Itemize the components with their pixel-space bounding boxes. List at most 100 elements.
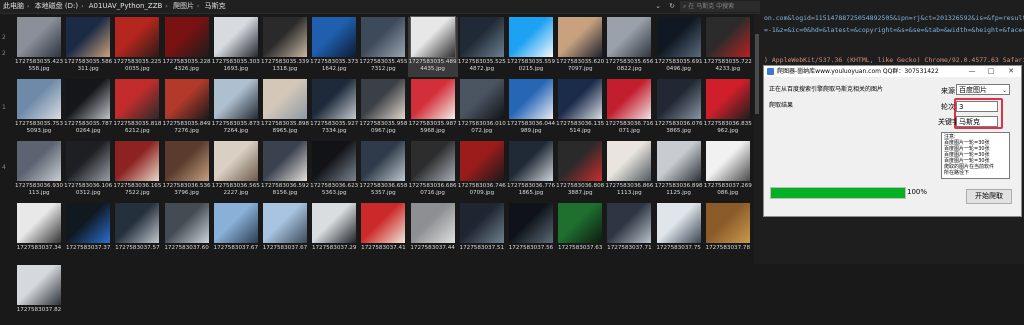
file-tile[interactable]: 1727583036.8981125.jpg bbox=[654, 141, 704, 201]
file-tile[interactable]: 1727583037.37 bbox=[63, 203, 113, 263]
file-tile[interactable]: 1727583036.716071.jpg bbox=[604, 79, 654, 139]
file-tile[interactable]: 1727583036.7460709.jpg bbox=[457, 141, 507, 201]
file-tile[interactable]: 1727583037.63 bbox=[555, 203, 605, 263]
file-tile[interactable]: 1727583037.71 bbox=[604, 203, 654, 263]
file-tile[interactable]: 1727583037.75 bbox=[654, 203, 704, 263]
image-thumbnail bbox=[164, 141, 209, 181]
chevron-down-icon: ⌄ bbox=[1001, 87, 1007, 94]
scrollbar-thumb[interactable] bbox=[755, 34, 759, 114]
file-tile[interactable]: 1727583036.930113.jpg bbox=[14, 141, 64, 201]
file-name: 1727583035.9277334.jpg bbox=[310, 121, 359, 134]
chevron-down-icon[interactable]: ⌄ bbox=[652, 0, 664, 13]
file-tile[interactable]: 1727583035.586311.jpg bbox=[63, 17, 113, 77]
file-tile[interactable]: 1727583037.67 bbox=[260, 203, 310, 263]
file-tile[interactable]: 1727583035.3391318.jpg bbox=[260, 17, 310, 77]
file-tile[interactable]: 1727583037.51 bbox=[457, 203, 507, 263]
breadcrumb-item[interactable]: A01UAV_Python_ZZB bbox=[86, 0, 166, 13]
progress-fill bbox=[771, 188, 905, 198]
file-tile[interactable]: 1727583035.9875968.jpg bbox=[408, 79, 458, 139]
file-tile[interactable]: 1727583036.8661113.jpg bbox=[604, 141, 654, 201]
image-thumbnail bbox=[115, 79, 160, 119]
file-name: 1727583036.835962.jpg bbox=[703, 121, 752, 134]
file-tile[interactable]: 1727583036.135514.jpg bbox=[555, 79, 605, 139]
file-tile[interactable]: 1727583036.8083887.jpg bbox=[555, 141, 605, 201]
start-crawl-button[interactable]: 开始爬取 bbox=[966, 189, 1012, 204]
address-bar[interactable]: 此电脑 › 本地磁盘 (D:) › A01UAV_Python_ZZB › 爬图片 › … bbox=[0, 0, 760, 14]
file-tile[interactable]: 1727583035.8988965.jpg bbox=[260, 79, 310, 139]
file-tile[interactable]: 1727583035.7224233.jpg bbox=[703, 17, 753, 77]
refresh-icon[interactable]: ↻ bbox=[666, 0, 678, 13]
file-tile[interactable]: 1727583035.7870264.jpg bbox=[63, 79, 113, 139]
file-tile[interactable]: 1727583035.6207097.jpg bbox=[555, 17, 605, 77]
file-tile[interactable]: 1727583036.835962.jpg bbox=[703, 79, 753, 139]
file-tile[interactable]: 1727583037.41 bbox=[358, 203, 408, 263]
file-tile[interactable]: 1727583035.5254872.jpg bbox=[457, 17, 507, 77]
source-select[interactable]: 百度图片 ⌄ bbox=[956, 84, 1010, 95]
rounds-input[interactable]: 3 bbox=[956, 101, 998, 112]
file-tile[interactable]: 1727583036.044989.jpg bbox=[506, 79, 556, 139]
dialog-titlebar[interactable]: 爬图器-崮纳库www.youluoyuan.com QQ群：307531422 … bbox=[764, 66, 1021, 77]
file-tile[interactable]: 1727583035.9277334.jpg bbox=[309, 79, 359, 139]
file-name: 1727583035.2284326.jpg bbox=[162, 59, 211, 72]
file-tile[interactable]: 1727583037.269086.jpg bbox=[703, 141, 753, 201]
file-tile[interactable]: 1727583035.4557312.jpg bbox=[358, 17, 408, 77]
file-tile[interactable]: 1727583037.60 bbox=[162, 203, 212, 263]
maximize-button[interactable]: □ bbox=[984, 66, 998, 77]
file-tile[interactable]: 1727583035.4894435.jpg bbox=[407, 16, 458, 77]
file-tile[interactable]: 1727583035.6910496.jpg bbox=[654, 17, 704, 77]
file-name: 1727583035.3731642.jpg bbox=[310, 59, 359, 72]
file-tile[interactable]: 1727583037.56 bbox=[506, 203, 556, 263]
file-tile[interactable]: 1727583036.5928156.jpg bbox=[260, 141, 310, 201]
breadcrumb-item[interactable]: 本地磁盘 (D:) bbox=[32, 0, 81, 13]
image-thumbnail bbox=[509, 141, 553, 181]
file-name: 1727583037.60 bbox=[164, 245, 209, 251]
file-tile[interactable]: 1727583036.1060312.jpg bbox=[63, 141, 113, 201]
file-tile[interactable]: 1727583035.8497276.jpg bbox=[162, 79, 212, 139]
file-tile[interactable]: 1727583035.8186212.jpg bbox=[112, 79, 162, 139]
file-name: 1727583035.4557312.jpg bbox=[359, 59, 408, 72]
file-tile[interactable]: 1727583035.3031693.jpg bbox=[211, 17, 261, 77]
image-thumbnail bbox=[459, 17, 504, 57]
search-icon: ⌕ bbox=[683, 3, 687, 10]
image-thumbnail bbox=[509, 79, 553, 119]
file-tile[interactable]: 1727583036.0763865.jpg bbox=[654, 79, 704, 139]
file-tile[interactable]: 1727583037.29 bbox=[309, 203, 359, 263]
file-name: 1727583037.41 bbox=[361, 245, 406, 251]
file-tile[interactable]: 1727583035.2250035.jpg bbox=[112, 17, 162, 77]
file-tile[interactable]: 1727583035.423558.jpg bbox=[14, 17, 64, 77]
file-tile[interactable]: 1727583035.5590215.jpg bbox=[506, 17, 556, 77]
file-tile[interactable]: 1727583037.67 bbox=[211, 203, 261, 263]
minimize-button[interactable]: — bbox=[965, 66, 979, 77]
file-tile[interactable]: 1727583037.44 bbox=[408, 203, 458, 263]
file-tile[interactable]: 1727583036.010072.jpg bbox=[457, 79, 507, 139]
file-tile[interactable]: 1727583035.8737264.jpg bbox=[211, 79, 261, 139]
file-tile[interactable]: 1727583036.5652227.jpg bbox=[211, 141, 261, 201]
file-tile[interactable]: 1727583035.3731642.jpg bbox=[309, 17, 359, 77]
breadcrumb-item[interactable]: 爬图片 bbox=[170, 0, 197, 13]
image-thumbnail bbox=[164, 17, 209, 57]
file-tile[interactable]: 1727583036.6235363.jpg bbox=[309, 141, 359, 201]
breadcrumb-item[interactable]: 此电脑 bbox=[0, 0, 27, 13]
close-button[interactable]: ✕ bbox=[1004, 66, 1018, 77]
file-tile[interactable]: 1727583035.6560822.jpg bbox=[604, 17, 654, 77]
rail-digit: 2 bbox=[2, 50, 6, 57]
keyword-input[interactable]: 马斯克 bbox=[956, 116, 998, 127]
file-tile[interactable]: 1727583037.82 bbox=[14, 265, 64, 325]
file-name: 1727583035.8186212.jpg bbox=[113, 121, 162, 134]
notes-textarea[interactable]: 注意: 百度图片一轮=30张 百度图片一轮=30张 百度图片一轮=30张 百度图… bbox=[941, 132, 1010, 179]
breadcrumb-item-current[interactable]: 马斯克 bbox=[202, 0, 229, 13]
code-line: =-1&z=&ic=0&hd=&latest=&copyright=&s=&se… bbox=[764, 26, 1024, 34]
file-tile[interactable]: 1727583037.57 bbox=[112, 203, 162, 263]
file-tile[interactable]: 1727583035.2284326.jpg bbox=[162, 17, 212, 77]
file-tile[interactable]: 1727583036.6585357.jpg bbox=[358, 141, 408, 201]
file-tile[interactable]: 1727583036.5363796.jpg bbox=[162, 141, 212, 201]
file-tile[interactable]: 1727583037.34 bbox=[14, 203, 64, 263]
search-input[interactable]: ⌕ 在 马斯克 中搜索 bbox=[680, 1, 760, 12]
file-tile[interactable]: 1727583036.1657522.jpg bbox=[112, 141, 162, 201]
file-tile[interactable]: 1727583035.7535093.jpg bbox=[14, 79, 64, 139]
file-tile[interactable]: 1727583036.7761865.jpg bbox=[506, 141, 556, 201]
file-tile[interactable]: 1727583037.78 bbox=[703, 203, 753, 263]
file-tile[interactable]: 1727583035.9580967.jpg bbox=[358, 79, 408, 139]
image-thumbnail bbox=[312, 79, 357, 119]
file-tile[interactable]: 1727583036.6860716.jpg bbox=[408, 141, 458, 201]
